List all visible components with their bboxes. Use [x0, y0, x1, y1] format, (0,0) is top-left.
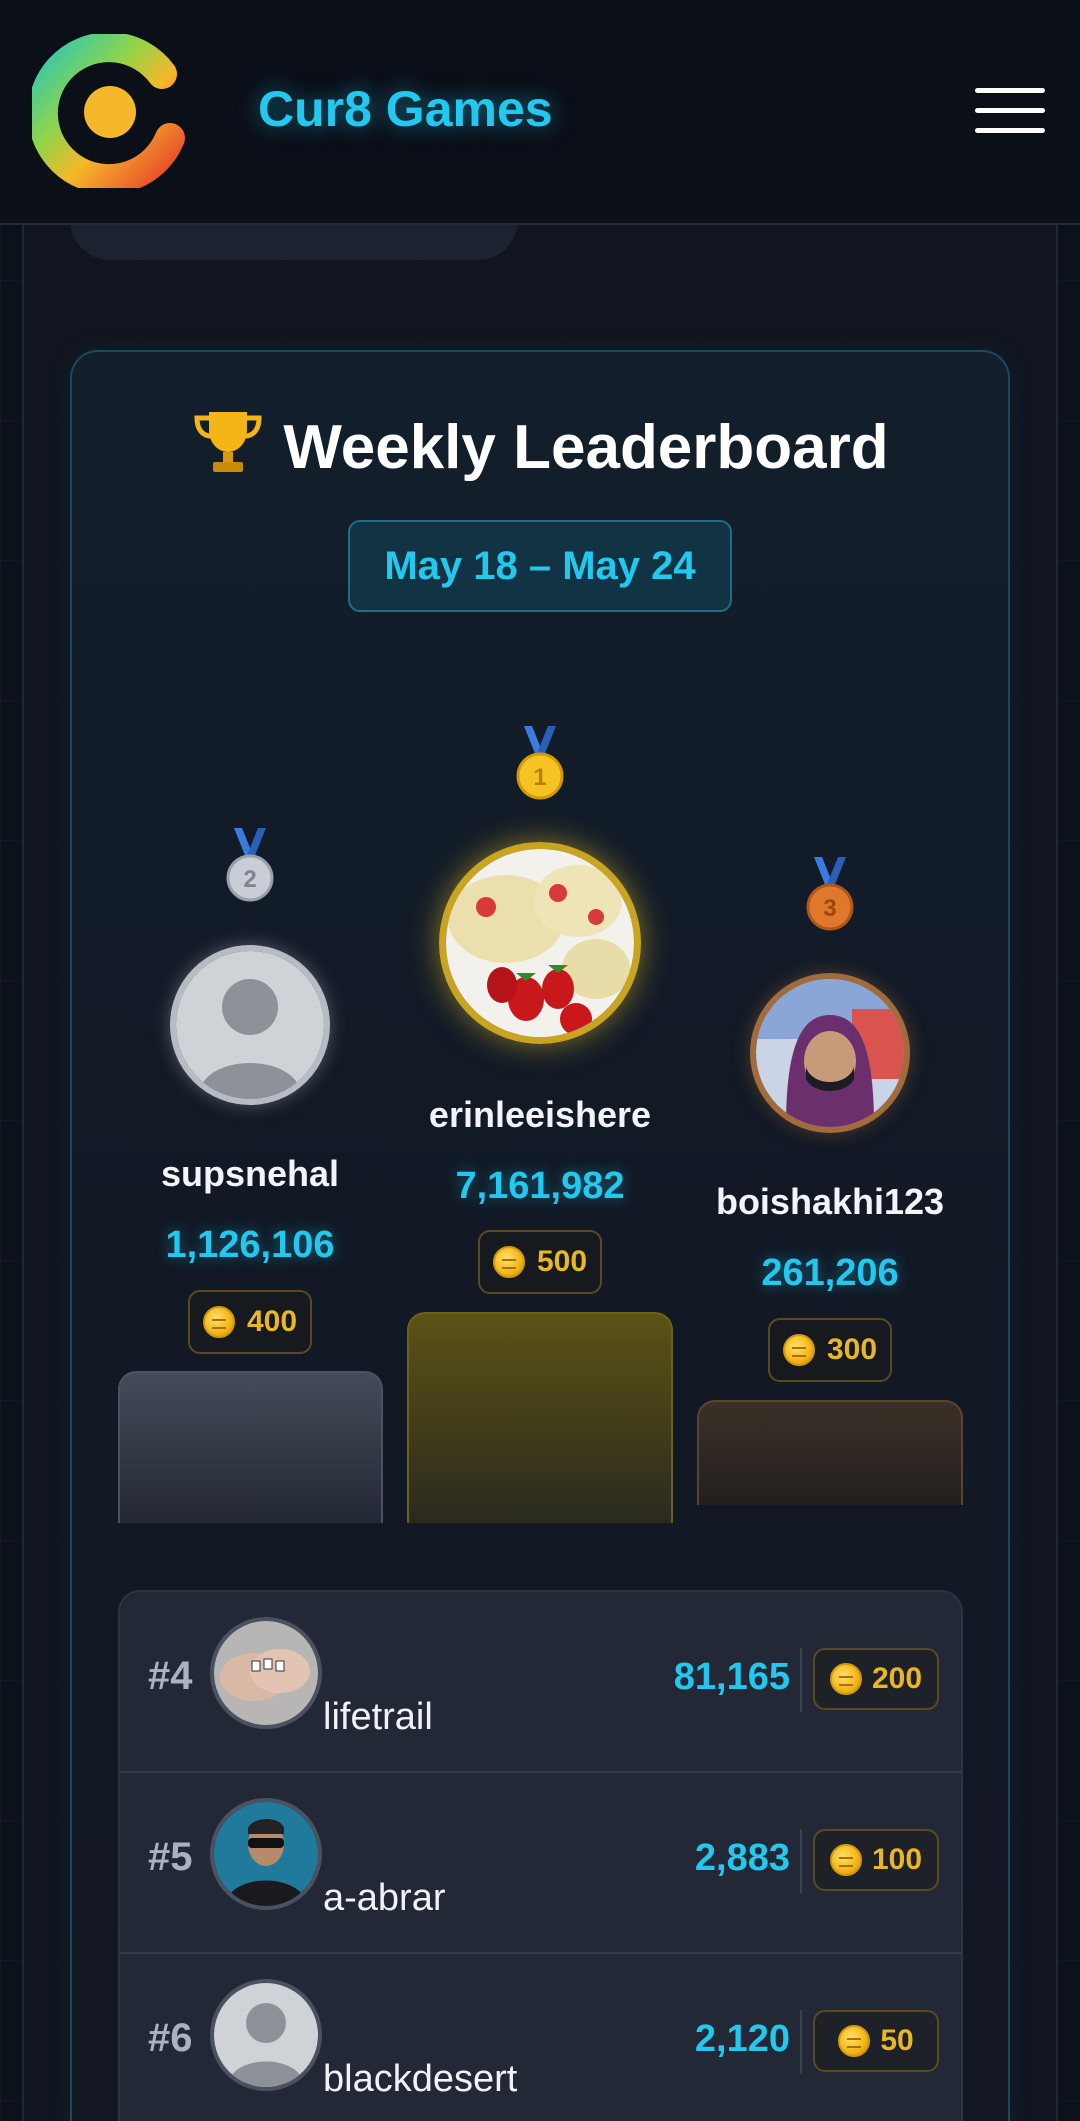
rank-number: #4: [148, 1654, 193, 1698]
coin-icon: [782, 1334, 815, 1366]
coin-icon: [202, 1306, 235, 1338]
coin-amount: 50: [880, 2024, 914, 2057]
svg-text:3: 3: [823, 895, 836, 922]
coin-reward-badge: 300: [768, 1318, 892, 1382]
hamburger-menu-icon[interactable]: [975, 88, 1045, 134]
coin-icon: [838, 2025, 871, 2057]
avatar[interactable]: [439, 842, 641, 1044]
list-item[interactable]: #5 a-abrar 2,883 100: [120, 1773, 961, 1954]
podium-block-third: [697, 1400, 963, 1505]
player-name[interactable]: lifetrail: [323, 1696, 433, 1739]
coin-amount: 200: [871, 1662, 923, 1695]
player-score: 81,165: [673, 1656, 790, 1698]
podium-score: 1,126,106: [165, 1224, 335, 1266]
ranking-list: #4 lifetrail 81,165 200 #5 a-abrar 2,883…: [118, 1590, 963, 2121]
coin-amount: 400: [246, 1305, 298, 1338]
avatar[interactable]: [170, 945, 330, 1105]
coin-reward-badge: 100: [813, 1829, 939, 1891]
coin-reward-badge: 500: [478, 1230, 602, 1294]
player-name[interactable]: blackdesert: [323, 2058, 517, 2101]
podium-score: 7,161,982: [455, 1165, 625, 1207]
podium-block-first: [407, 1312, 673, 1523]
coin-reward-badge: 200: [813, 1648, 939, 1710]
brand-title[interactable]: Cur8 Games: [258, 80, 553, 138]
coin-reward-badge: 400: [188, 1290, 312, 1354]
podium-name[interactable]: supsnehal: [100, 1153, 400, 1195]
podium-score: 261,206: [761, 1252, 899, 1294]
rank-number: #6: [148, 2016, 193, 2060]
coin-icon: [829, 1663, 862, 1695]
leaderboard-title-text: Weekly Leaderboard: [283, 413, 889, 482]
gold-medal-icon: 1: [510, 726, 570, 805]
divider: [800, 1648, 802, 1712]
avatar[interactable]: [210, 1979, 322, 2091]
player-score: 2,120: [694, 2018, 790, 2060]
date-range-badge: May 18 – May 24: [348, 520, 732, 612]
silver-medal-icon: 2: [220, 828, 280, 907]
player-name[interactable]: a-abrar: [323, 1877, 446, 1920]
list-item[interactable]: #6 blackdesert 2,120 50: [120, 1954, 961, 2121]
coin-icon: [829, 1844, 862, 1876]
coin-reward-badge: 50: [813, 2010, 939, 2072]
podium-name[interactable]: boishakhi123: [680, 1181, 980, 1223]
coin-amount: 300: [826, 1333, 878, 1366]
coin-amount: 100: [871, 1843, 923, 1876]
bronze-medal-icon: 3: [800, 857, 860, 936]
avatar[interactable]: [210, 1617, 322, 1729]
leaderboard-title: Weekly Leaderboard: [0, 408, 1080, 483]
avatar[interactable]: [750, 973, 910, 1133]
divider: [800, 2010, 802, 2074]
trophy-icon: [191, 408, 265, 483]
player-score: 2,883: [694, 1837, 790, 1879]
svg-text:2: 2: [243, 866, 256, 893]
divider: [800, 1829, 802, 1893]
podium-name[interactable]: erinleeishere: [390, 1094, 690, 1136]
coin-amount: 500: [536, 1245, 588, 1278]
app-header: Cur8 Games: [0, 0, 1080, 225]
avatar[interactable]: [210, 1798, 322, 1910]
svg-text:1: 1: [533, 764, 546, 791]
cur8-logo[interactable]: [32, 34, 186, 188]
rank-number: #5: [148, 1835, 193, 1879]
podium-block-second: [118, 1371, 383, 1523]
list-item[interactable]: #4 lifetrail 81,165 200: [120, 1592, 961, 1773]
coin-icon: [492, 1246, 525, 1278]
